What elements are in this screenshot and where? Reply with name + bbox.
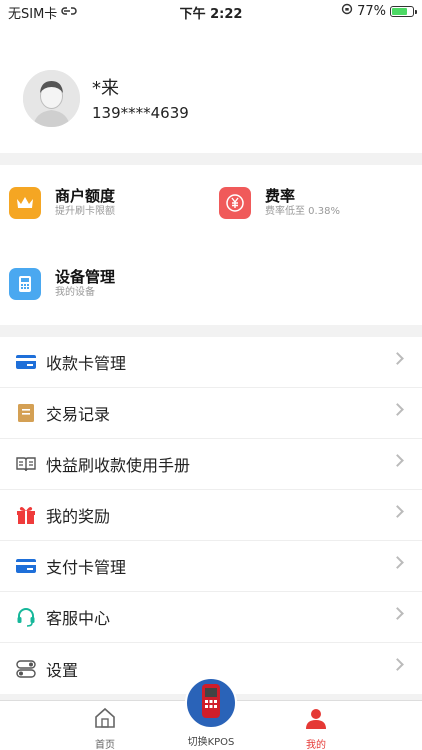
menu-item-label: 收款卡管理 <box>46 354 127 373</box>
menu-item-label: 客服中心 <box>46 609 111 628</box>
rotation-lock-icon <box>341 3 353 19</box>
services-panel: 商户额度 提升刷卡限额 费率 费率低至 0.38% 设备管理 我的设备 <box>0 165 422 325</box>
device-icon <box>9 268 41 300</box>
card-icon <box>15 351 37 373</box>
merchant-limit-tile[interactable]: 商户额度 提升刷卡限额 <box>9 187 115 219</box>
menu-item-transactions[interactable]: 交易记录 <box>0 388 422 439</box>
menu-item-payment-cards[interactable]: 支付卡管理 <box>0 541 422 592</box>
menu-item-rewards[interactable]: 我的奖励 <box>0 490 422 541</box>
avatar[interactable] <box>23 70 80 127</box>
rate-title: 费率 <box>265 187 296 205</box>
tab-home[interactable]: 首页 <box>60 706 150 750</box>
profile-header[interactable]: *来 139****4639 <box>0 22 422 153</box>
menu-item-customer-service[interactable]: 客服中心 <box>0 592 422 643</box>
menu-item-label: 设置 <box>46 660 79 680</box>
tab-mine[interactable]: 我的 <box>271 706 361 750</box>
battery-icon <box>390 5 417 17</box>
device-management-tile[interactable]: 设备管理 我的设备 <box>9 268 115 300</box>
record-icon <box>15 402 37 424</box>
menu-item-user-manual[interactable]: 快益刷收款使用手册 <box>0 439 422 490</box>
status-bar: 无SIM卡 下午 2:22 77% <box>0 0 422 22</box>
home-icon <box>93 707 117 734</box>
yen-icon <box>219 187 251 219</box>
tab-switch-kpos[interactable]: 切换KPOS <box>166 733 256 748</box>
tab-mine-label: 我的 <box>306 740 326 750</box>
menu-item-label: 快益刷收款使用手册 <box>46 456 191 475</box>
tab-bar: 首页 切换KPOS 我的 <box>0 677 422 750</box>
chevron-right-icon <box>391 556 404 569</box>
menu-item-label: 支付卡管理 <box>46 558 127 577</box>
device-management-title: 设备管理 <box>55 268 116 286</box>
merchant-limit-subtitle: 提升刷卡限额 <box>55 206 115 217</box>
pay-card-icon <box>15 555 37 577</box>
rate-tile[interactable]: 费率 费率低至 0.38% <box>219 187 340 219</box>
chevron-right-icon <box>391 454 404 467</box>
user-phone: 139****4639 <box>92 104 189 122</box>
tab-switch-label: 切换KPOS <box>187 737 235 748</box>
menu-item-receiving-cards[interactable]: 收款卡管理 <box>0 337 422 388</box>
menu-item-label: 交易记录 <box>46 405 111 424</box>
crown-icon <box>9 187 41 219</box>
chevron-right-icon <box>391 403 404 416</box>
chevron-right-icon <box>391 505 404 518</box>
book-icon <box>15 453 37 475</box>
headset-icon <box>15 606 37 628</box>
chevron-right-icon <box>391 352 404 365</box>
settings-icon <box>15 658 37 680</box>
chevron-right-icon <box>391 658 404 671</box>
rate-subtitle: 费率低至 0.38% <box>265 206 340 217</box>
menu-item-label: 我的奖励 <box>46 507 111 526</box>
menu-list: 收款卡管理 交易记录 快益刷收款使用手册 我的奖励 支付卡管理 客服中心 设置 <box>0 337 422 694</box>
pos-terminal-icon <box>196 682 226 724</box>
user-name: *来 <box>92 78 119 99</box>
switch-kpos-button[interactable] <box>185 677 237 729</box>
chevron-right-icon <box>391 607 404 620</box>
user-icon <box>304 709 328 734</box>
merchant-limit-title: 商户额度 <box>55 187 116 205</box>
battery-percent: 77% <box>357 3 386 19</box>
device-management-subtitle: 我的设备 <box>55 287 95 298</box>
tab-home-label: 首页 <box>95 740 115 750</box>
gift-icon <box>15 504 37 526</box>
